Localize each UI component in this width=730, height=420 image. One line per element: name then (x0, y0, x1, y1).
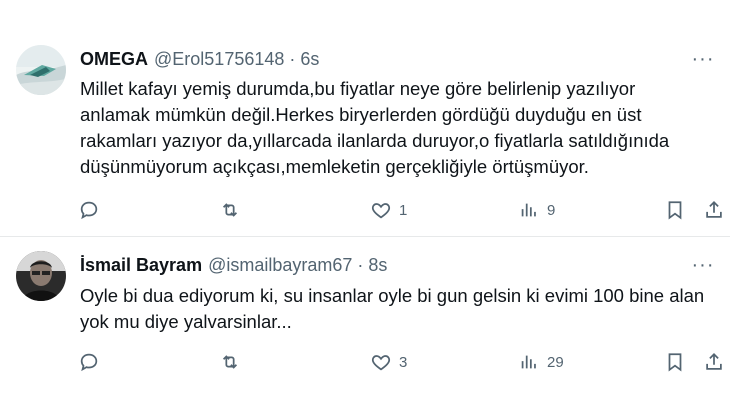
retweet-button[interactable] (219, 196, 248, 224)
tweet[interactable]: İsmail Bayram @ismailbayram67 · 8s ··· O… (0, 237, 730, 420)
user-handle[interactable]: @ismailbayram67 (208, 255, 352, 276)
tweet-text-line: Oyle bi dua ediyorum ki, su insanlar oyl… (80, 285, 705, 306)
reply-button[interactable] (78, 348, 107, 376)
tweet[interactable]: OMEGA @Erol51756148 · 6s ··· Millet kafa… (0, 0, 730, 236)
views-chart-icon (521, 355, 536, 369)
views-button[interactable]: 9 (518, 196, 555, 224)
view-count: 29 (547, 353, 564, 371)
retweet-icon (222, 203, 238, 217)
heart-icon (371, 355, 391, 371)
views-button[interactable]: 29 (518, 348, 564, 376)
display-name[interactable]: İsmail Bayram (80, 255, 202, 276)
more-options-icon[interactable]: ··· (688, 253, 718, 277)
share-icon (706, 200, 722, 218)
share-icon (706, 352, 722, 370)
tweet-text-line: rakamları yazıyor da,yıllarcada ilanlard… (80, 130, 670, 151)
heart-icon (371, 203, 391, 219)
reply-icon (80, 201, 98, 220)
bookmark-button[interactable] (664, 348, 686, 376)
timestamp[interactable]: 6s (300, 49, 319, 70)
timestamp[interactable]: 8s (368, 255, 387, 276)
like-button[interactable]: 1 (370, 196, 407, 224)
like-count: 1 (399, 201, 408, 219)
tweet-text-line: yok mu diye yalvarsinlar... (80, 311, 292, 332)
bookmark-icon (668, 353, 682, 372)
bookmark-icon (668, 201, 682, 220)
share-button[interactable] (703, 196, 725, 224)
avatar[interactable] (16, 251, 66, 301)
tweet-text-line: düşünmüyorum açıkçası,memleketin gerçekl… (80, 156, 589, 177)
views-chart-icon (521, 203, 536, 217)
action-bar: 1 9 (74, 196, 724, 224)
view-count: 9 (547, 201, 556, 219)
separator-dot: · (289, 48, 296, 69)
reply-button[interactable] (78, 196, 107, 224)
avatar[interactable] (16, 45, 66, 95)
share-button[interactable] (703, 348, 725, 376)
tweet-header: İsmail Bayram @ismailbayram67 · 8s (80, 253, 387, 277)
bookmark-button[interactable] (664, 196, 686, 224)
reply-icon (80, 353, 98, 372)
action-bar: 3 29 (74, 348, 724, 376)
like-count: 3 (399, 353, 408, 371)
tweet-header: OMEGA @Erol51756148 · 6s (80, 47, 319, 71)
like-button[interactable]: 3 (370, 348, 407, 376)
separator-dot: · (357, 254, 364, 275)
more-options-icon[interactable]: ··· (688, 47, 718, 71)
tweet-text: Millet kafayı yemiş durumda,bu fiyatlar … (80, 76, 720, 180)
tweet-text: Oyle bi dua ediyorum ki, su insanlar oyl… (80, 283, 720, 335)
tweet-text-line: anlamak mümkün değil.Herkes biryerlerden… (80, 104, 642, 125)
tweet-text-line: Millet kafayı yemiş durumda,bu fiyatlar … (80, 78, 636, 99)
retweet-icon (222, 355, 238, 369)
user-handle[interactable]: @Erol51756148 (154, 49, 284, 70)
display-name[interactable]: OMEGA (80, 49, 148, 70)
person-photo-avatar-icon (16, 251, 66, 301)
landscape-photo-avatar-icon (16, 45, 66, 95)
retweet-button[interactable] (219, 348, 248, 376)
